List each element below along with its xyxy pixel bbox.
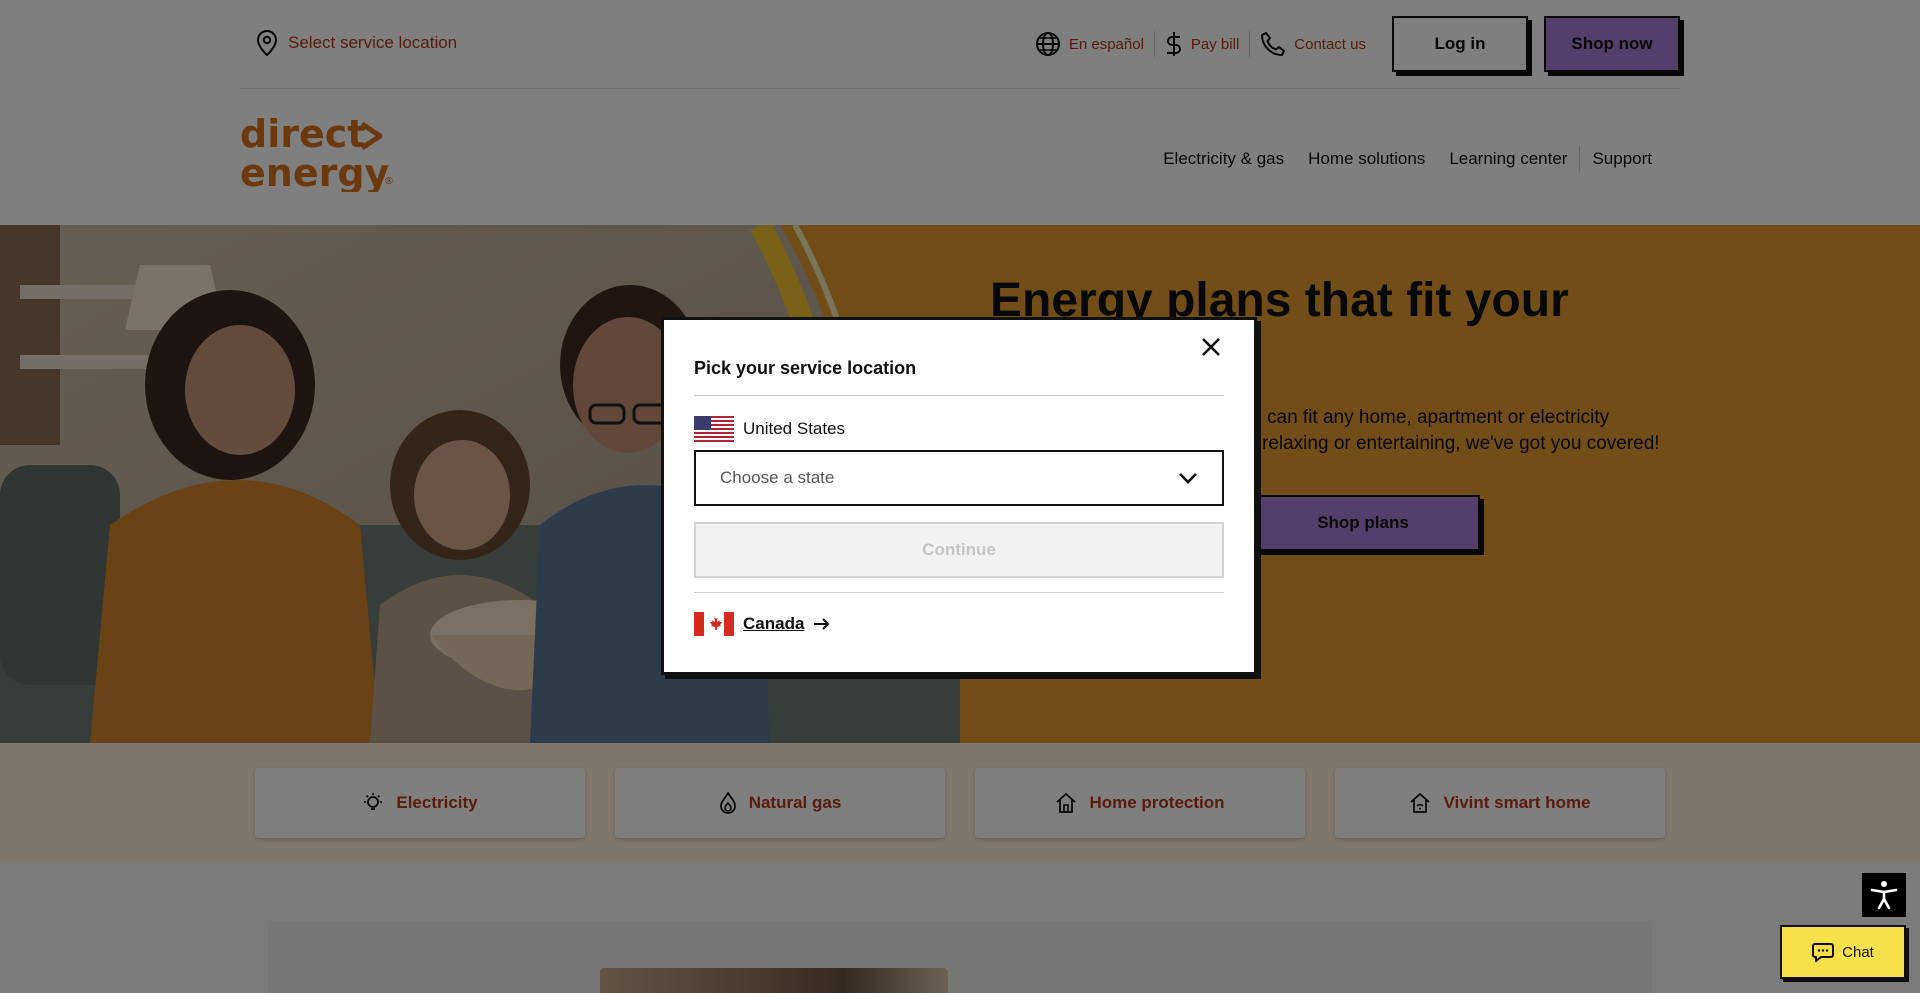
divider: [694, 592, 1224, 593]
chevron-down-icon: [1179, 473, 1197, 484]
chat-bubble-icon: [1812, 943, 1835, 962]
arrow-right-icon: [814, 618, 830, 630]
modal-title: Pick your service location: [694, 358, 917, 378]
chat-button[interactable]: Chat: [1780, 925, 1906, 979]
state-placeholder: Choose a state: [720, 468, 835, 487]
accessibility-button[interactable]: [1862, 873, 1906, 917]
us-label: United States: [743, 419, 846, 438]
canada-link[interactable]: Canada: [694, 612, 831, 636]
divider: [694, 395, 1224, 396]
accessibility-icon: [1870, 881, 1898, 910]
state-select[interactable]: Choose a state: [694, 450, 1224, 506]
us-flag-icon: [694, 416, 734, 442]
close-button[interactable]: [1196, 332, 1226, 362]
country-united-states: United States: [694, 416, 845, 442]
canada-label: Canada: [743, 614, 805, 633]
close-icon: [1202, 338, 1220, 356]
chat-label: Chat: [1842, 943, 1874, 961]
canada-flag-icon: [694, 612, 734, 636]
service-location-modal: Pick your service location United States…: [661, 317, 1257, 675]
continue-button[interactable]: Continue: [694, 522, 1224, 578]
